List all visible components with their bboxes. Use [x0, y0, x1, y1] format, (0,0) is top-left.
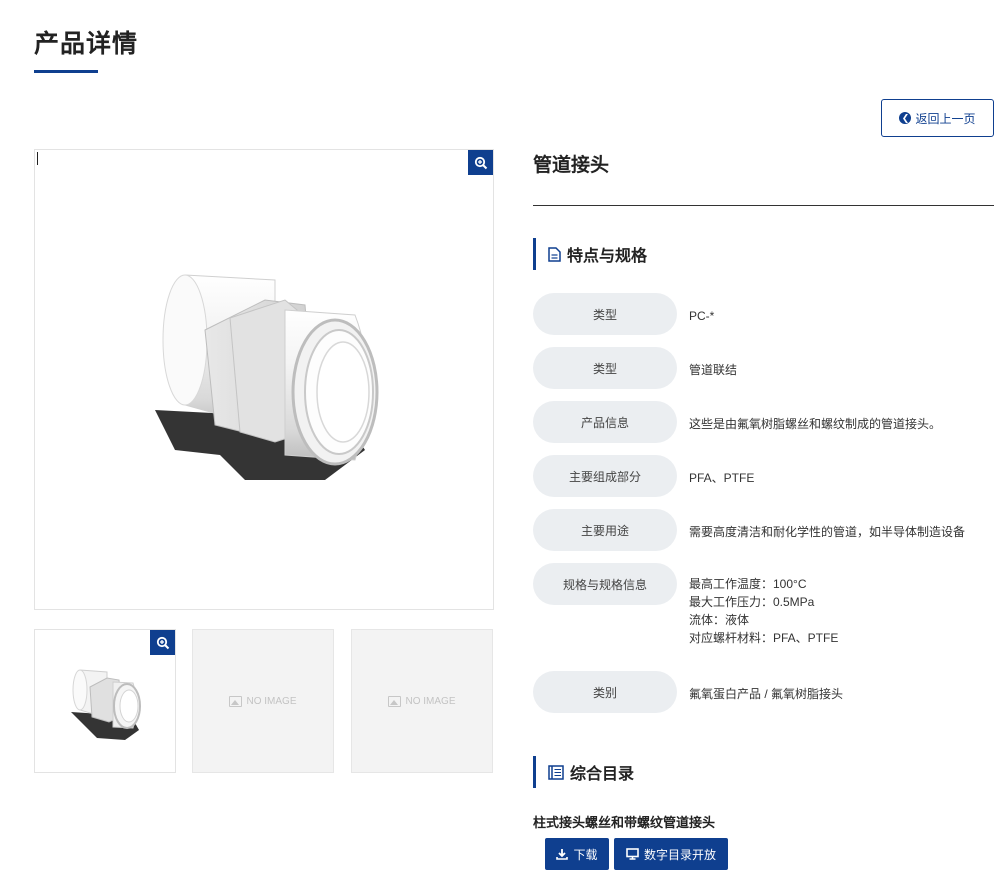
- features-heading: 特点与规格: [533, 238, 647, 270]
- spec-value: 这些是由氟氧树脂螺丝和螺纹制成的管道接头。: [689, 417, 942, 431]
- back-button-label: 返回上一页: [915, 111, 976, 126]
- download-icon: [556, 849, 569, 860]
- monitor-icon: [626, 848, 639, 860]
- no-image-label: NO IMAGE: [246, 695, 297, 707]
- digital-catalog-button-label: 数字目录开放: [643, 847, 716, 862]
- pipe-fitting-illustration: [155, 274, 379, 480]
- main-product-image[interactable]: [34, 149, 494, 610]
- zoom-icon: [474, 156, 487, 169]
- spec-label: 类别: [533, 671, 677, 713]
- catalog-heading-label: 综合目录: [570, 766, 635, 783]
- no-image-icon: [229, 695, 243, 707]
- digital-catalog-button[interactable]: 数字目录开放: [614, 838, 728, 870]
- zoom-icon: [156, 636, 169, 649]
- zoom-button[interactable]: [468, 150, 493, 175]
- spec-value: 氟氧蛋白产品 / 氟氧树脂接头: [689, 687, 844, 701]
- thumbnail-3[interactable]: NO IMAGE: [351, 629, 493, 773]
- back-button[interactable]: ❮ 返回上一页: [881, 99, 994, 137]
- thumbnail-zoom-button[interactable]: [150, 630, 175, 655]
- spec-label: 产品信息: [533, 401, 677, 443]
- spec-label: 主要用途: [533, 509, 677, 551]
- product-name: 管道接头: [533, 155, 610, 176]
- catalog-name: 柱式接头螺丝和带螺纹管道接头: [533, 815, 716, 830]
- spec-label: 主要组成部分: [533, 455, 677, 497]
- document-icon: [548, 246, 561, 262]
- spec-value: 需要高度清洁和耐化学性的管道，如半导体制造设备: [689, 525, 966, 539]
- spec-value: PC-*: [689, 309, 715, 323]
- spec-value: 管道联结: [689, 363, 738, 377]
- page-title: 产品详情: [34, 30, 139, 58]
- title-underline: [34, 70, 98, 73]
- spec-label: 规格与规格信息: [533, 563, 677, 605]
- thumbnail-1[interactable]: [34, 629, 176, 773]
- features-heading-label: 特点与规格: [567, 248, 648, 265]
- back-arrow-icon: ❮: [899, 112, 912, 124]
- catalog-icon: [548, 764, 564, 780]
- spec-label: 类型: [533, 293, 677, 335]
- spec-label: 类型: [533, 347, 677, 389]
- divider: [533, 205, 994, 206]
- spec-value: 最高工作温度：100°C 最大工作压力：0.5MPa 流体：液体 对应螺杆材料：…: [689, 577, 839, 645]
- download-button-label: 下载: [573, 847, 598, 862]
- no-image-label: NO IMAGE: [405, 695, 456, 707]
- no-image-icon: [388, 695, 402, 707]
- spec-value: PFA、PTFE: [689, 471, 755, 485]
- download-button[interactable]: 下载: [545, 838, 609, 870]
- catalog-heading: 综合目录: [533, 756, 634, 788]
- thumbnail-2[interactable]: NO IMAGE: [192, 629, 334, 773]
